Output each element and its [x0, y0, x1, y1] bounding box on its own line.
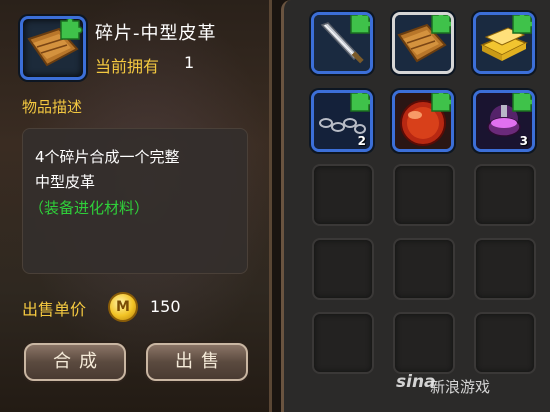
- description-line-1: 4个碎片合成一个完整: [35, 148, 180, 166]
- inventory-slot-3[interactable]: [473, 12, 535, 74]
- empty-inventory-slot[interactable]: [393, 164, 455, 226]
- item-detail-panel: 碎片-中型皮革 当前拥有 1 物品描述 4个碎片合成一个完整 中型皮革 （装备进…: [0, 0, 272, 412]
- description-title: 物品描述: [22, 98, 83, 116]
- item-quantity: 2: [357, 134, 366, 148]
- puzzle-piece-icon: [431, 15, 451, 34]
- empty-inventory-slot[interactable]: [474, 312, 536, 374]
- coin-icon: M: [108, 292, 138, 322]
- empty-inventory-slot[interactable]: [312, 238, 374, 300]
- empty-inventory-slot[interactable]: [312, 164, 374, 226]
- puzzle-piece-icon: [512, 15, 532, 34]
- empty-inventory-slot[interactable]: [312, 312, 374, 374]
- inventory-panel: 2 3: [281, 0, 550, 412]
- sell-price-label: 出售单价: [22, 300, 87, 319]
- owned-count: 1: [184, 53, 195, 72]
- empty-inventory-slot[interactable]: [474, 238, 536, 300]
- empty-inventory-slot[interactable]: [474, 164, 536, 226]
- inventory-slot-6[interactable]: 3: [473, 90, 535, 152]
- sell-button[interactable]: 出售: [146, 343, 248, 381]
- leather-fragment-icon: [27, 19, 83, 67]
- item-name: 碎片-中型皮革: [95, 23, 217, 44]
- puzzle-piece-icon: [431, 93, 451, 112]
- puzzle-piece-icon: [350, 15, 370, 34]
- combine-button[interactable]: 合成: [24, 343, 126, 381]
- item-quantity: 3: [519, 134, 528, 148]
- empty-inventory-slot[interactable]: [393, 238, 455, 300]
- watermark-text: 新浪游戏: [430, 378, 491, 396]
- selected-item-slot: [20, 16, 86, 80]
- puzzle-piece-icon: [512, 93, 532, 112]
- puzzle-piece-icon: [350, 93, 370, 112]
- empty-inventory-slot[interactable]: [393, 312, 455, 374]
- owned-label: 当前拥有: [95, 57, 160, 76]
- inventory-slot-5[interactable]: [392, 90, 454, 152]
- description-line-2: 中型皮革: [35, 173, 96, 191]
- sell-price-value: 150: [150, 297, 181, 316]
- inventory-slot-4[interactable]: 2: [311, 90, 373, 152]
- description-box: 4个碎片合成一个完整 中型皮革 （装备进化材料）: [22, 128, 248, 274]
- inventory-slot-2[interactable]: [392, 12, 454, 74]
- description-tag: （装备进化材料）: [29, 199, 150, 217]
- inventory-slot-1[interactable]: [311, 12, 373, 74]
